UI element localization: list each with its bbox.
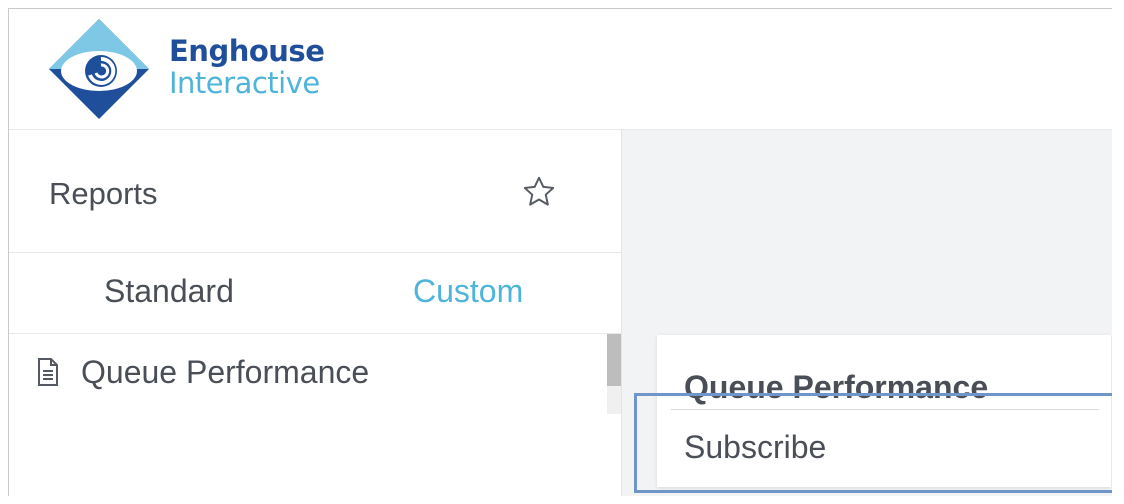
focus-highlight bbox=[634, 393, 1124, 493]
tab-standard[interactable]: Standard bbox=[104, 273, 234, 310]
list-item-label: Queue Performance bbox=[81, 353, 370, 390]
report-tabs: Standard Custom bbox=[9, 253, 621, 334]
sidebar-header: Reports bbox=[9, 130, 621, 253]
scrollbar-thumb[interactable] bbox=[607, 334, 621, 386]
tab-custom[interactable]: Custom bbox=[413, 273, 523, 310]
sidebar-title: Reports bbox=[49, 176, 158, 211]
right-edge bbox=[1112, 0, 1124, 503]
list-item-queue-performance[interactable]: Queue Performance bbox=[37, 352, 369, 392]
report-list: Queue Performance bbox=[9, 334, 621, 504]
brand-name: Enghouse Interactive bbox=[169, 34, 325, 100]
bottom-edge bbox=[0, 496, 1124, 503]
brand-line-1: Enghouse bbox=[169, 34, 325, 68]
star-icon[interactable] bbox=[521, 174, 557, 210]
app-header: Enghouse Interactive bbox=[9, 9, 1124, 130]
brand-line-2: Interactive bbox=[169, 66, 320, 100]
enghouse-logo-icon bbox=[49, 19, 149, 119]
document-icon bbox=[38, 358, 58, 386]
reports-sidebar: Reports Standard Custom Queue Performanc… bbox=[9, 130, 622, 503]
